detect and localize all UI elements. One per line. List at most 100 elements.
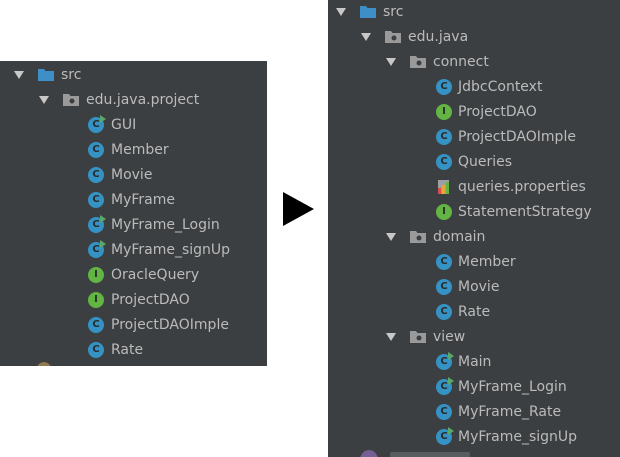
tree-item[interactable]: queries.properties <box>328 175 620 199</box>
expand-arrow-icon[interactable] <box>386 58 396 66</box>
tree-item-label: Member <box>458 254 516 270</box>
tree-item[interactable]: I ProjectDAO <box>328 100 620 124</box>
tree-item[interactable]: C MyFrame_Login <box>0 213 267 237</box>
interface-icon: I <box>88 267 104 283</box>
tree-item[interactable]: C ProjectDAOImple <box>0 313 267 337</box>
tree-item-label: Queries <box>458 154 513 170</box>
tree-item[interactable]: C MyFrame_Rate <box>328 400 620 424</box>
tree-node-subpackage[interactable]: view <box>328 325 620 349</box>
tree-item-label: MyFrame <box>111 192 175 208</box>
tree-node-label: connect <box>433 54 489 70</box>
tree-item-label: Member <box>111 142 169 158</box>
class-icon: C <box>88 167 104 183</box>
expand-arrow-icon[interactable] <box>386 333 396 341</box>
tree-node-src[interactable]: src <box>328 0 620 24</box>
class-icon: C <box>436 254 452 270</box>
tree-item[interactable]: C Movie <box>328 275 620 299</box>
tree-item[interactable]: C MyFrame_signUp <box>328 425 620 449</box>
tree-node-package[interactable]: edu.java <box>328 25 620 49</box>
expand-arrow-icon[interactable] <box>386 233 396 241</box>
tree-item-label: StatementStrategy <box>458 204 592 220</box>
package-folder-icon <box>385 31 401 43</box>
properties-file-icon <box>438 180 449 194</box>
tree-item[interactable]: C ProjectDAOImple <box>328 125 620 149</box>
expand-arrow-icon[interactable] <box>336 8 346 16</box>
run-badge-icon <box>448 377 454 385</box>
tree-item-label: ProjectDAOImple <box>458 129 576 145</box>
class-icon: C <box>436 129 452 145</box>
tree-item[interactable]: C Member <box>0 138 267 162</box>
class-icon: C <box>88 317 104 333</box>
interface-icon: I <box>436 204 452 220</box>
tree-node-label: domain <box>433 229 486 245</box>
tree-item-label: OracleQuery <box>111 267 200 283</box>
class-icon: C <box>88 142 104 158</box>
tree-item[interactable]: C MyFrame_Login <box>328 375 620 399</box>
expand-arrow-icon[interactable] <box>14 71 24 79</box>
run-badge-icon <box>448 427 454 435</box>
class-icon: C <box>436 79 452 95</box>
tree-item-label: JdbcContext <box>458 79 543 95</box>
tree-item[interactable]: C Main <box>328 350 620 374</box>
tree-item[interactable]: C Queries <box>328 150 620 174</box>
tree-item-label: Movie <box>111 167 153 183</box>
class-icon: C <box>88 240 106 258</box>
tree-node-package[interactable]: edu.java.project <box>0 88 267 112</box>
partial-row-label <box>390 452 470 457</box>
run-badge-icon <box>100 115 106 123</box>
tree-item[interactable]: C Rate <box>328 300 620 324</box>
play-arrow-icon <box>283 192 314 226</box>
run-badge-icon <box>100 240 106 248</box>
package-folder-icon <box>410 331 426 343</box>
class-icon: C <box>88 342 104 358</box>
tree-item[interactable]: C MyFrame <box>0 188 267 212</box>
tree-item[interactable]: C Rate <box>0 338 267 362</box>
tree-item-label: GUI <box>111 117 137 133</box>
tree-node-label: src <box>61 67 82 83</box>
expand-arrow-icon[interactable] <box>361 33 371 41</box>
tree-item-label: ProjectDAO <box>111 292 190 308</box>
tree-item[interactable]: C JdbcContext <box>328 75 620 99</box>
class-icon: C <box>88 115 106 133</box>
class-icon: C <box>436 377 454 395</box>
tree-item[interactable]: C MyFrame_signUp <box>0 238 267 262</box>
run-badge-icon <box>448 352 454 360</box>
tree-node-label: src <box>383 4 404 20</box>
tree-item-label: Rate <box>458 304 491 320</box>
class-icon: C <box>436 279 452 295</box>
package-folder-icon <box>410 56 426 68</box>
package-folder-icon <box>410 231 426 243</box>
tree-item[interactable]: C Movie <box>0 163 267 187</box>
tree-item-label: MyFrame_signUp <box>111 242 231 258</box>
tree-node-label: edu.java <box>408 29 469 45</box>
project-tree-after: src edu.java connect C JdbcContext I ProjectDA… <box>328 0 620 457</box>
class-icon: C <box>88 215 106 233</box>
tree-item-label: MyFrame_Rate <box>458 404 562 420</box>
tree-item-label: Main <box>458 354 492 370</box>
tree-node-label: view <box>433 329 466 345</box>
tree-node-src[interactable]: src <box>0 63 267 87</box>
tree-item[interactable]: C Member <box>328 250 620 274</box>
tree-item[interactable]: I OracleQuery <box>0 263 267 287</box>
class-icon: C <box>436 404 452 420</box>
tree-node-subpackage[interactable]: domain <box>328 225 620 249</box>
tree-item-label: queries.properties <box>458 179 586 195</box>
expand-arrow-icon[interactable] <box>39 96 49 104</box>
tree-item[interactable]: C GUI <box>0 113 267 137</box>
class-icon: C <box>436 154 452 170</box>
class-icon: C <box>436 304 452 320</box>
tree-item-label: ProjectDAOImple <box>111 317 229 333</box>
tree-item-label: Movie <box>458 279 500 295</box>
tree-item[interactable]: I StatementStrategy <box>328 200 620 224</box>
interface-icon: I <box>88 292 104 308</box>
tree-node-label: edu.java.project <box>86 92 200 108</box>
tree-item-label: MyFrame_Login <box>111 217 220 233</box>
class-icon: C <box>436 352 454 370</box>
tree-item[interactable]: I ProjectDAO <box>0 288 267 312</box>
source-folder-icon <box>360 6 376 18</box>
tree-item-label: MyFrame_Login <box>458 379 567 395</box>
package-folder-icon <box>63 94 79 106</box>
class-icon: C <box>88 192 104 208</box>
tree-node-subpackage[interactable]: connect <box>328 50 620 74</box>
tree-item-label: Rate <box>111 342 144 358</box>
